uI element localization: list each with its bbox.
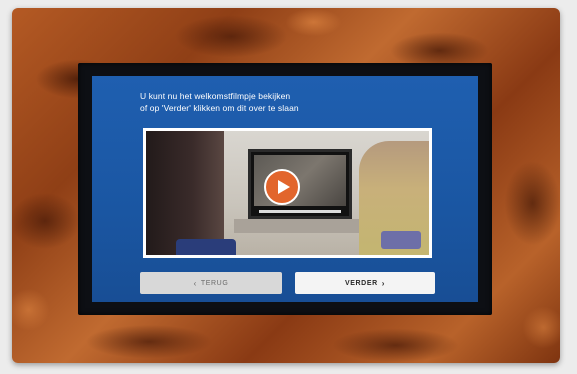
- video-person-left: [146, 131, 224, 255]
- instructions-line-1: U kunt nu het welkomstfilmpje bekijken: [140, 91, 291, 101]
- back-button[interactable]: ‹ TERUG: [140, 272, 282, 294]
- photo-background: U kunt nu het welkomstfilmpje bekijken o…: [0, 0, 577, 374]
- back-button-label: TERUG: [200, 279, 229, 287]
- welcome-screen: U kunt nu het welkomstfilmpje bekijken o…: [92, 76, 478, 302]
- play-icon: [277, 180, 290, 194]
- next-button[interactable]: VERDER ›: [295, 272, 435, 294]
- instructions-text: U kunt nu het welkomstfilmpje bekijken o…: [140, 90, 440, 114]
- video-person-left-arm: [176, 239, 236, 255]
- video-thumbnail: [146, 131, 429, 255]
- welcome-video[interactable]: [143, 128, 432, 258]
- chevron-left-icon: ‹: [193, 278, 197, 288]
- video-person-right-hands: [381, 231, 421, 249]
- next-button-label: VERDER: [344, 279, 378, 287]
- video-tv-caption: [259, 210, 341, 213]
- play-button[interactable]: [264, 169, 300, 205]
- instructions-line-2: of op 'Verder' klikken om dit over te sl…: [140, 103, 299, 113]
- chevron-right-icon: ›: [381, 278, 386, 288]
